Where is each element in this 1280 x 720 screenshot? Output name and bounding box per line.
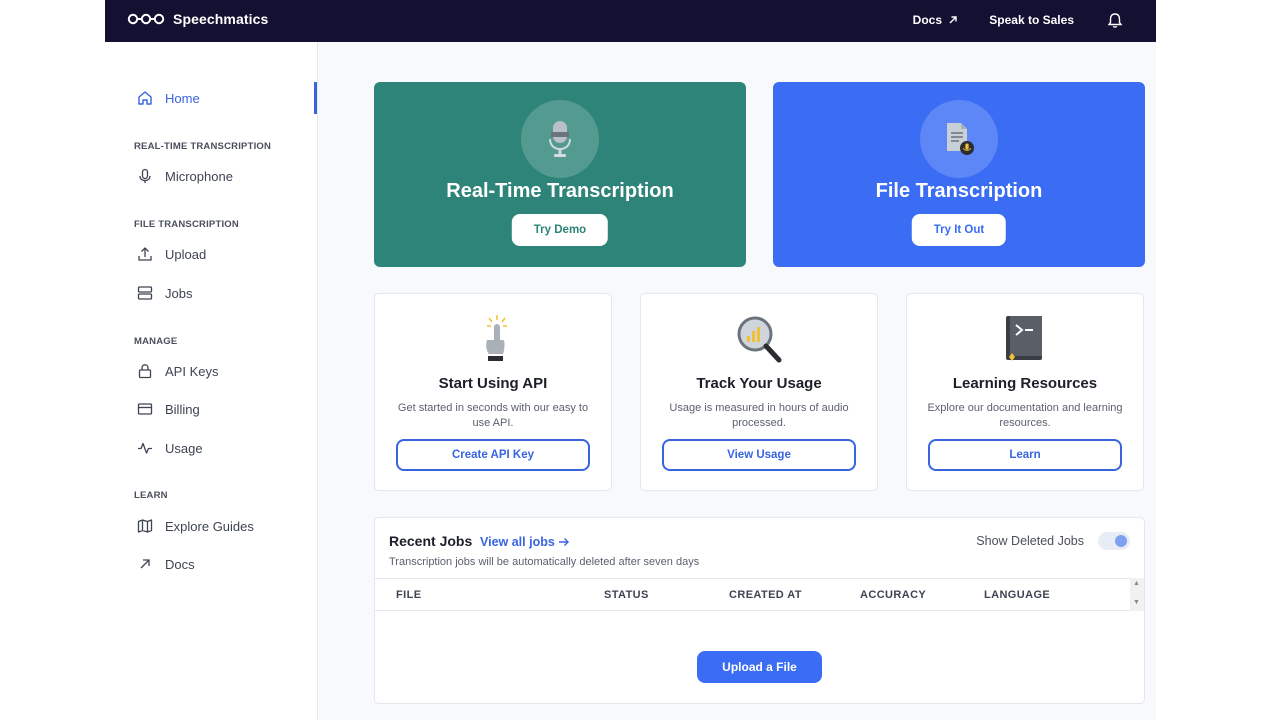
microphone-icon [549,121,571,157]
sidebar-item-explore-guides[interactable]: Explore Guides [137,515,254,537]
start-api-card: Start Using API Get started in seconds w… [374,293,612,491]
credit-card-icon [137,403,153,415]
arrow-right-icon [558,538,569,546]
bell-icon[interactable] [1107,12,1123,29]
magnifier-chart-icon [737,316,782,363]
upload-file-button[interactable]: Upload a File [697,651,822,683]
show-deleted-toggle[interactable] [1098,532,1130,550]
app-window: Speechmatics Docs Speak to Sales Home RE… [105,0,1156,720]
recent-jobs-title: Recent Jobs [389,533,473,549]
section-header-file: FILE TRANSCRIPTION [134,219,239,230]
speechmatics-logo-icon [127,13,165,25]
jobs-table-header: FILE STATUS CREATED AT ACCURACY LANGUAGE [375,578,1132,611]
try-it-out-button[interactable]: Try It Out [911,214,1007,246]
card-title: Learning Resources [952,375,1098,392]
view-all-jobs-link[interactable]: View all jobs [480,535,570,549]
sidebar-item-label: Upload [165,246,207,262]
file-hero-card: File Transcription Try It Out [773,82,1145,267]
upload-icon [138,247,152,261]
sales-link-label: Speak to Sales [989,13,1074,27]
audio-document-icon [947,123,974,155]
sidebar-item-microphone[interactable]: Microphone [137,165,233,187]
lock-icon [138,364,152,379]
sidebar-item-label: Home [165,90,200,106]
sidebar-item-docs[interactable]: Docs [137,553,195,575]
create-api-key-button[interactable]: Create API Key [396,439,590,471]
hero-icon-circle [920,100,998,178]
terminal-book-icon [1006,316,1042,361]
card-title: Start Using API [438,375,548,392]
sidebar-item-home[interactable]: Home [137,87,200,109]
table-scrollbar[interactable]: ▲ ▼ [1130,578,1144,611]
column-header[interactable]: STATUS [604,589,649,601]
file-hero-title: File Transcription [875,180,1043,202]
speak-to-sales-link[interactable]: Speak to Sales [989,13,1074,27]
column-header[interactable]: ACCURACY [860,589,926,601]
activity-icon [138,442,152,454]
section-header-manage: MANAGE [134,336,178,347]
external-arrow-icon [949,16,957,24]
map-icon [137,519,153,533]
sidebar-item-upload[interactable]: Upload [137,243,206,265]
scroll-up-icon[interactable]: ▲ [1133,580,1140,587]
toggle-knob [1115,535,1127,547]
card-description: Usage is measured in hours of audio proc… [669,402,849,429]
sidebar-item-api-keys[interactable]: API Keys [137,360,218,382]
column-header[interactable]: CREATED AT [729,589,802,601]
section-header-realtime: REAL-TIME TRANSCRIPTION [134,141,272,152]
card-description: Get started in seconds with our easy to … [397,402,589,429]
column-header[interactable]: LANGUAGE [984,589,1050,601]
sidebar-item-label: Microphone [165,168,233,184]
logo-text: Speechmatics [173,11,269,27]
sidebar-item-usage[interactable]: Usage [137,437,203,459]
pointer-hand-icon [486,315,507,361]
column-header[interactable]: FILE [396,589,421,601]
active-indicator [314,82,317,114]
hero-icon-circle [521,100,599,178]
section-header-learn: LEARN [134,490,168,501]
try-demo-button[interactable]: Try Demo [511,214,609,246]
realtime-hero-card: Real-Time Transcription Try Demo [374,82,746,267]
home-icon [138,91,152,105]
view-all-jobs-label: View all jobs [480,535,555,549]
view-usage-button[interactable]: View Usage [662,439,856,471]
sidebar: Home REAL-TIME TRANSCRIPTION Microphone … [105,42,318,720]
sidebar-item-label: Explore Guides [165,518,254,534]
jobs-icon [137,286,153,300]
scroll-down-icon[interactable]: ▼ [1133,599,1140,606]
external-arrow-icon [140,559,150,569]
microphone-icon [139,168,151,183]
sidebar-item-label: Usage [165,440,203,456]
sidebar-item-label: Docs [165,556,195,572]
docs-link[interactable]: Docs [913,13,958,27]
logo[interactable]: Speechmatics [127,11,268,27]
sidebar-item-label: Jobs [165,285,193,301]
sidebar-item-jobs[interactable]: Jobs [137,282,192,304]
recent-jobs-panel: Recent Jobs View all jobs Transcription … [374,517,1145,704]
learning-resources-card: Learning Resources Explore our documenta… [906,293,1144,491]
sidebar-item-label: Billing [165,401,200,417]
learn-button[interactable]: Learn [928,439,1122,471]
docs-link-label: Docs [912,13,942,27]
sidebar-item-billing[interactable]: Billing [137,398,200,420]
recent-jobs-subtitle: Transcription jobs will be automatically… [389,556,700,568]
top-bar: Speechmatics Docs Speak to Sales [105,0,1156,42]
show-deleted-label: Show Deleted Jobs [976,534,1084,548]
card-title: Track Your Usage [696,375,822,392]
track-usage-card: Track Your Usage Usage is measured in ho… [640,293,878,491]
card-description: Explore our documentation and learning r… [927,402,1123,429]
realtime-hero-title: Real-Time Transcription [446,180,674,202]
sidebar-item-label: API Keys [165,363,219,379]
